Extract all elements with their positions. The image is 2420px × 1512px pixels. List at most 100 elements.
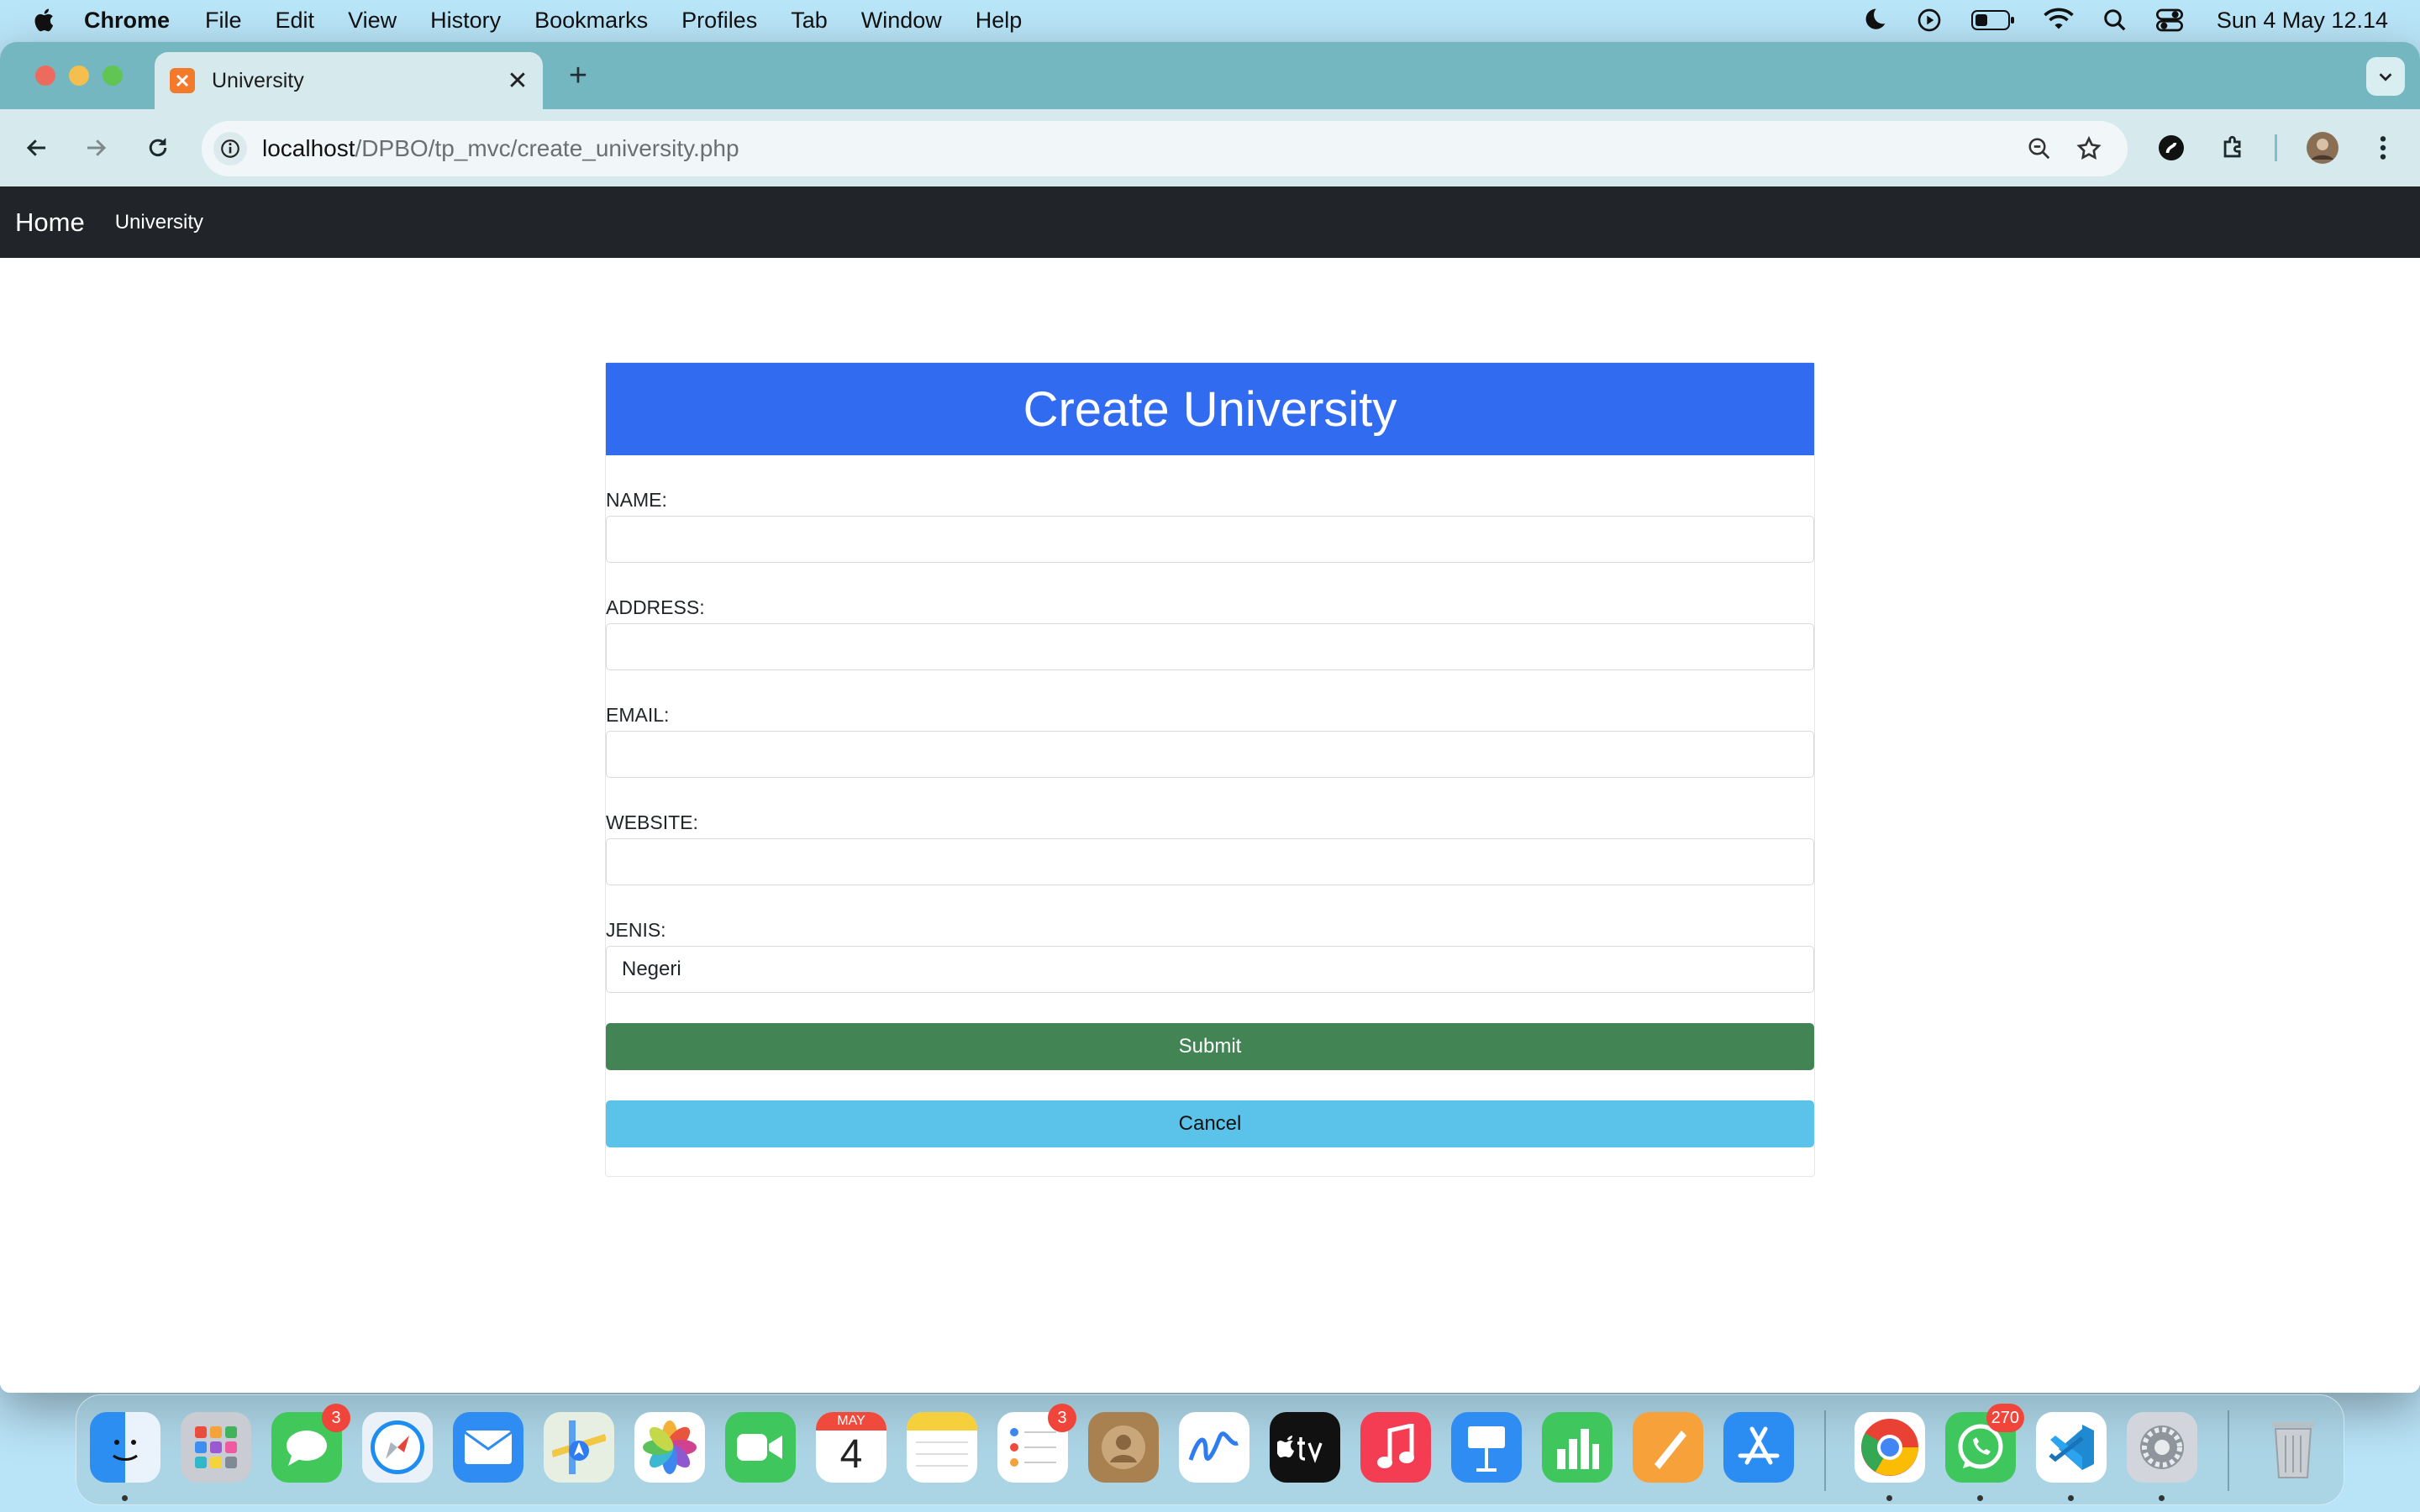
notes-icon[interactable] (907, 1412, 977, 1483)
profile-avatar[interactable] (2304, 129, 2341, 166)
submit-button[interactable]: Submit (606, 1023, 1814, 1070)
nav-home-link[interactable]: Home (15, 207, 85, 238)
chevron-down-icon (2379, 73, 2392, 81)
arrow-right-icon (87, 139, 107, 156)
nav-university-link[interactable]: University (115, 211, 203, 234)
apple-tv-icon[interactable] (1270, 1412, 1340, 1483)
dock-separator (2228, 1410, 2229, 1491)
extension-button[interactable] (2153, 129, 2190, 166)
chrome-icon[interactable] (1854, 1412, 1925, 1501)
app-store-icon[interactable] (1723, 1412, 1794, 1483)
jenis-select[interactable]: Negeri (606, 946, 1814, 993)
menu-view[interactable]: View (348, 8, 397, 34)
menu-profiles[interactable]: Profiles (681, 8, 757, 34)
url-path: /DPBO/tp_mvc/create_university.php (355, 135, 739, 161)
reload-button[interactable] (139, 129, 176, 166)
tab-strip: University ✕ + (0, 42, 2420, 109)
spotlight-search-icon[interactable] (2102, 8, 2128, 33)
back-button[interactable] (18, 129, 55, 166)
browser-window: University ✕ + localhost/DPBO/tp_mvc/cre… (0, 42, 2420, 1393)
dock-separator (1824, 1410, 1826, 1491)
site-info-icon[interactable] (213, 132, 247, 165)
wifi-icon[interactable] (2044, 8, 2074, 33)
calendar-month: MAY (816, 1412, 886, 1431)
forward-button[interactable] (77, 129, 114, 166)
website-input[interactable] (606, 838, 1814, 885)
url-text[interactable]: localhost/DPBO/tp_mvc/create_university.… (262, 135, 2027, 162)
notes-header (907, 1412, 977, 1431)
music-icon[interactable] (1360, 1412, 1431, 1483)
menu-file[interactable]: File (205, 8, 242, 34)
tab-university[interactable]: University ✕ (155, 52, 543, 109)
numbers-icon[interactable] (1542, 1412, 1612, 1483)
fullscreen-window-button[interactable] (103, 66, 123, 86)
tab-close-icon[interactable]: ✕ (501, 64, 534, 97)
messages-icon[interactable]: 3 (271, 1404, 350, 1483)
cancel-button[interactable]: Cancel (606, 1100, 1814, 1147)
zoom-out-icon[interactable] (2027, 136, 2052, 161)
create-university-card: Create University NAME: ADDRESS: EMAIL: … (605, 362, 1815, 1177)
freeform-icon[interactable] (1179, 1412, 1249, 1483)
menu-app-name[interactable]: Chrome (84, 8, 170, 34)
finder-icon[interactable] (90, 1412, 160, 1501)
running-indicator (2068, 1495, 2074, 1501)
menubar-clock[interactable]: Sun 4 May 12.14 (2217, 8, 2388, 34)
running-indicator (1977, 1495, 1983, 1501)
safari-icon[interactable] (362, 1412, 433, 1483)
launchpad-icon[interactable] (181, 1412, 251, 1483)
menu-history[interactable]: History (430, 8, 501, 34)
maps-icon[interactable] (544, 1412, 614, 1483)
extensions-menu-button[interactable] (2215, 129, 2252, 166)
moon-icon[interactable] (1860, 7, 1887, 34)
minimize-window-button[interactable] (69, 66, 89, 86)
tab-search-button[interactable] (2366, 57, 2405, 96)
menu-window[interactable]: Window (861, 8, 942, 34)
extension-logo-icon (2159, 135, 2184, 160)
facetime-icon[interactable] (725, 1412, 796, 1483)
vscode-icon[interactable] (2036, 1412, 2107, 1501)
arrow-left-icon (26, 139, 45, 156)
calendar-day: 4 (839, 1432, 863, 1477)
tab-title: University (212, 68, 304, 92)
reminders-icon[interactable]: 3 (997, 1404, 1076, 1483)
menu-tab[interactable]: Tab (791, 8, 828, 34)
control-center-icon[interactable] (2155, 8, 2183, 33)
pages-icon[interactable] (1633, 1412, 1703, 1483)
menu-help[interactable]: Help (976, 8, 1023, 34)
apple-logo-icon[interactable] (32, 7, 59, 34)
keynote-icon[interactable] (1451, 1412, 1522, 1483)
avatar-icon (2307, 132, 2338, 164)
status-area: Sun 4 May 12.14 (1860, 0, 2388, 40)
photos-icon[interactable] (634, 1412, 705, 1483)
trash-icon[interactable] (2258, 1412, 2328, 1483)
form-title: Create University (606, 363, 1814, 455)
contacts-icon[interactable] (1088, 1412, 1159, 1483)
web-page: Home University Create University NAME: … (0, 186, 2420, 1393)
battery-icon[interactable] (1970, 8, 2015, 32)
running-indicator (2159, 1495, 2165, 1501)
jenis-label: JENIS: (606, 919, 666, 941)
address-label: ADDRESS: (606, 596, 705, 618)
url-host: localhost (262, 135, 355, 161)
close-window-button[interactable] (35, 66, 55, 86)
name-input[interactable] (606, 516, 1814, 563)
system-settings-icon[interactable] (2127, 1412, 2197, 1501)
email-label: EMAIL: (606, 704, 670, 726)
whatsapp-icon[interactable]: 270 (1945, 1404, 2024, 1501)
address-bar[interactable]: localhost/DPBO/tp_mvc/create_university.… (202, 121, 2128, 176)
macos-menubar: Chrome File Edit View History Bookmarks … (0, 0, 2420, 40)
xampp-favicon-icon (170, 68, 195, 93)
whatsapp-badge: 270 (1986, 1404, 2024, 1432)
menu-edit[interactable]: Edit (276, 8, 315, 34)
new-tab-button[interactable]: + (561, 58, 595, 93)
mail-icon[interactable] (453, 1412, 523, 1483)
calendar-icon[interactable]: MAY 4 (816, 1412, 886, 1483)
menu-bookmarks[interactable]: Bookmarks (534, 8, 648, 34)
address-input[interactable] (606, 623, 1814, 670)
omnibox-actions (2027, 135, 2102, 162)
play-circle-icon[interactable] (1916, 7, 1943, 34)
chrome-menu-button[interactable] (2365, 129, 2402, 166)
running-indicator (122, 1495, 128, 1501)
bookmark-star-icon[interactable] (2075, 135, 2102, 162)
email-input[interactable] (606, 731, 1814, 778)
